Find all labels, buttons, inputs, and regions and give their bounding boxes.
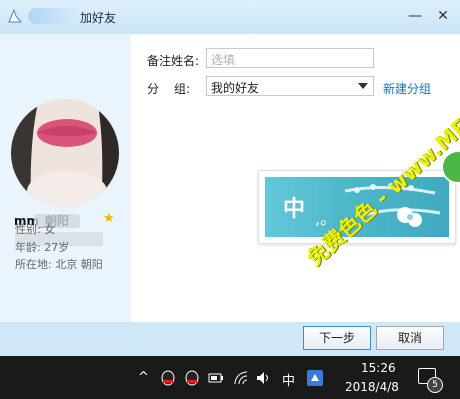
close-button[interactable]: ✕ [432,6,454,26]
next-button[interactable]: 下一步 [303,326,371,350]
group-label-part1: 分 [147,82,160,96]
app-tray-icon[interactable] [306,369,324,387]
clock-time[interactable]: 15:26 [361,361,396,375]
group-label-part2: 组: [174,82,191,96]
notification-count-badge: 5 [427,377,443,393]
battery-icon[interactable] [208,371,224,385]
ime-skin-char: 中 [283,197,306,222]
volume-icon[interactable] [256,371,272,385]
clock-date[interactable]: 2018/4/8 [345,380,399,394]
remark-label: 备注姓名: [147,54,200,68]
cancel-button[interactable]: 取消 [376,326,444,350]
avatar [11,99,119,207]
group-select[interactable]: 我的好友 [206,76,374,96]
profile-panel: mm_朝阳 ★ 性别: 女 年龄: 27岁 所在地: 北京 朝阳 [0,34,131,322]
remark-placeholder: 选填 [211,53,236,67]
window-title: 加好友 [80,11,117,25]
qq-tray-icon[interactable] [160,370,176,386]
ime-indicator[interactable]: 中 [282,370,295,389]
chevron-down-icon[interactable] [358,83,368,89]
minimize-button[interactable]: — [404,6,426,26]
taskbar: ^ 中 15:26 2018/4/8 5 [0,356,460,399]
qq-tray-icon-2[interactable] [184,370,200,386]
qq-logo-icon [8,8,23,23]
new-group-link[interactable]: 新建分组 [383,80,431,97]
age-text: 年龄: 27岁 [15,241,70,254]
blurred-title-part [28,8,80,24]
gender-text: 性别: 女 [15,223,56,236]
location-text: 所在地: 北京 朝阳 [15,258,103,271]
remark-input[interactable]: 选填 [206,48,374,68]
group-select-value: 我的好友 [211,81,260,95]
star-icon: ★ [103,211,115,226]
show-hidden-icons-button[interactable]: ^ [138,370,149,385]
wifi-icon[interactable] [234,371,250,385]
title-bar[interactable]: 加好友 — ✕ [0,0,460,34]
